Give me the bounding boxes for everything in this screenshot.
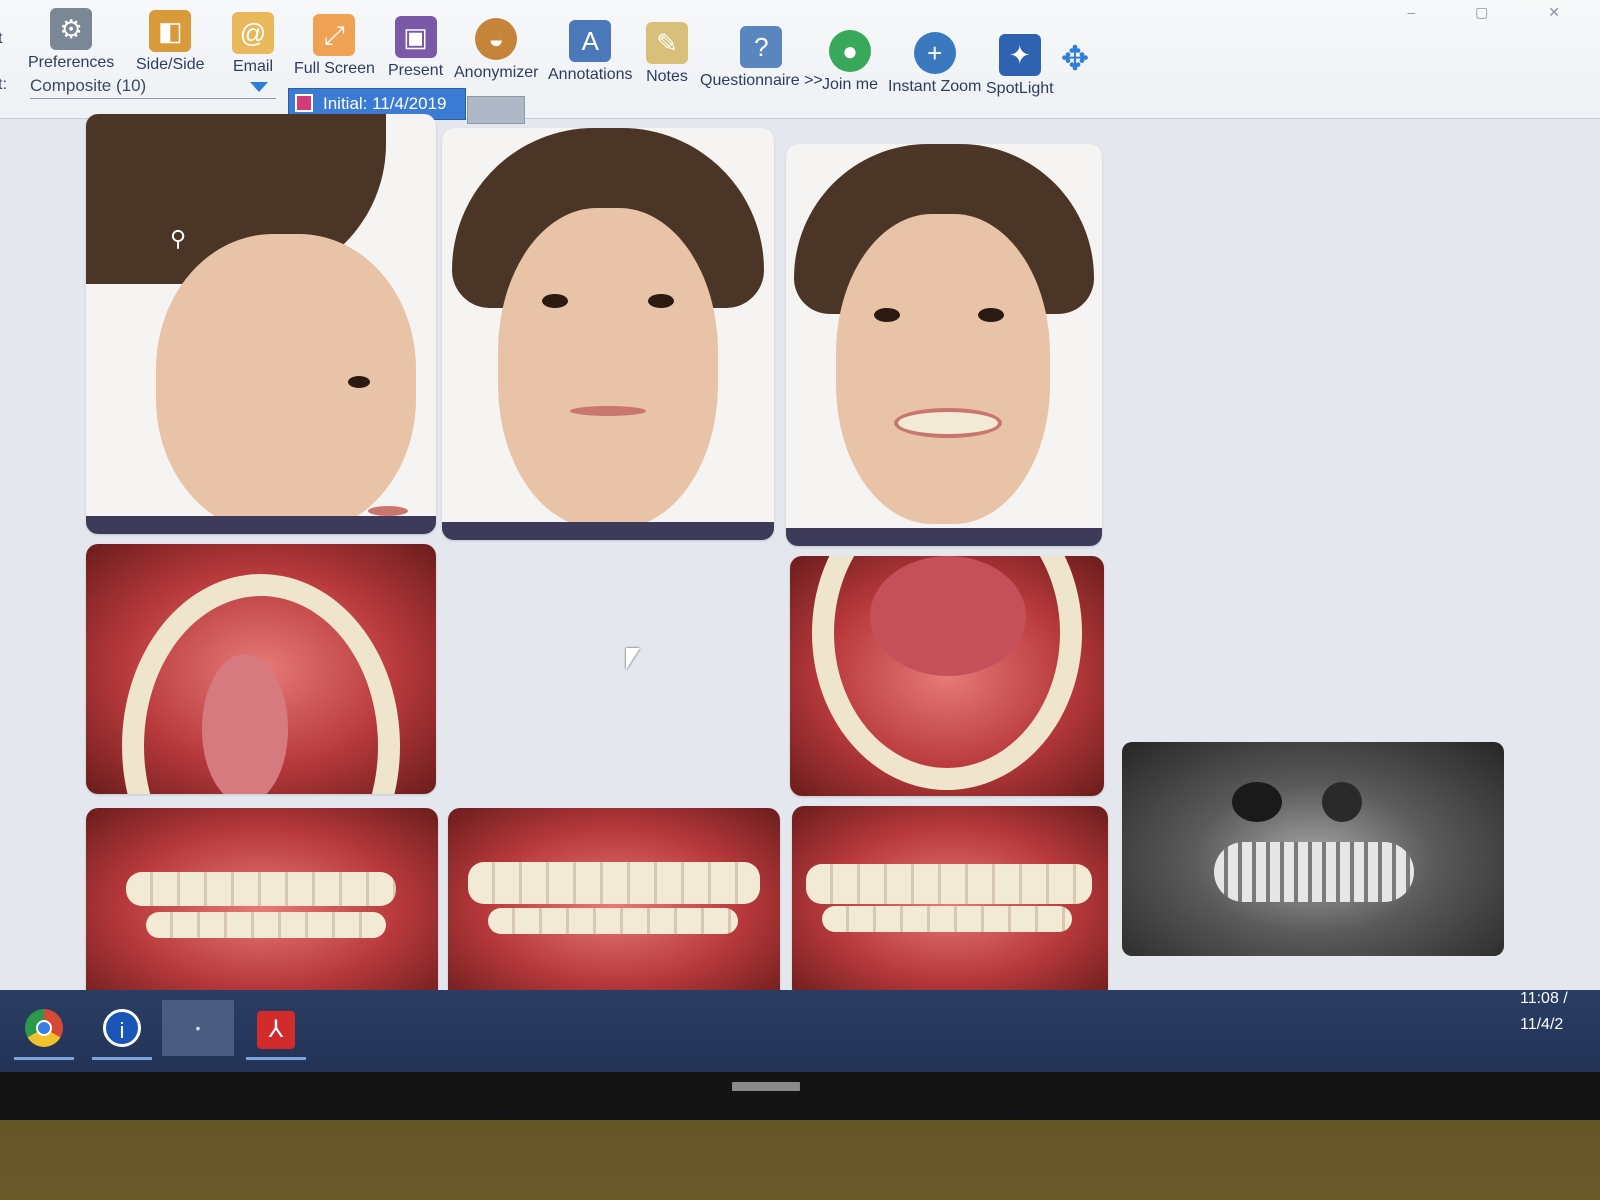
questionnaire-icon: ? <box>740 26 783 68</box>
upper-teeth <box>468 862 760 904</box>
notes-button[interactable]: ✎ Notes <box>646 22 688 86</box>
eye <box>542 294 568 308</box>
taskbar-acrobat[interactable]: ⅄ <box>240 1000 312 1060</box>
mouse-cursor <box>626 648 640 670</box>
face-skin <box>156 234 416 534</box>
tab-blank[interactable] <box>467 96 525 124</box>
annotations-button[interactable]: A Annotations <box>548 20 633 84</box>
smile-teeth <box>894 408 1002 438</box>
join-me-button[interactable]: ● Join me <box>822 30 878 94</box>
chrome-icon <box>25 1009 63 1047</box>
anonymizer-icon: ◒ <box>475 18 518 60</box>
gear-icon: ⚙ <box>50 8 93 50</box>
mouth <box>368 506 408 516</box>
xray-sinus <box>1322 782 1362 822</box>
annotations-icon: A <box>569 20 612 62</box>
visit-icon <box>295 94 313 112</box>
clock-time[interactable]: 11:08 / <box>1520 990 1568 1008</box>
present-button[interactable]: ▣ Present <box>388 16 443 80</box>
photo-profile[interactable]: ⚲ <box>86 114 436 534</box>
photo-upper-occlusal[interactable] <box>86 544 436 794</box>
layout-select[interactable]: Composite (10) <box>30 74 276 99</box>
shirt <box>442 522 774 540</box>
spotlight-label: SpotLight <box>986 80 1054 97</box>
move-arrows-icon: ✥ <box>1060 40 1090 78</box>
taskbar: i • ⅄ 11:08 / 11/4/2 <box>0 990 1600 1072</box>
side-by-side-icon: ◧ <box>149 10 192 52</box>
photo-frontal-intraoral[interactable] <box>448 808 780 1004</box>
annotations-label: Annotations <box>548 66 633 83</box>
photo-panoramic-xray[interactable] <box>1122 742 1504 956</box>
face-skin <box>498 208 718 528</box>
anonymizer-label: Anonymizer <box>454 64 539 81</box>
taskbar-imaging-app[interactable]: i <box>86 1000 158 1060</box>
anonymizer-button[interactable]: ◒ Anonymizer <box>454 18 538 82</box>
email-button[interactable]: @ Email <box>232 12 274 76</box>
acrobat-icon: ⅄ <box>257 1011 295 1049</box>
present-icon: ▣ <box>394 16 437 58</box>
preferences-button[interactable]: ⚙ Preferences <box>28 8 114 72</box>
full-screen-button[interactable]: ⤢ Full Screen <box>294 14 375 78</box>
window-icon: • <box>195 1020 201 1036</box>
spotlight-icon: ✦ <box>998 34 1041 76</box>
monitor-logo <box>732 1082 800 1091</box>
side-by-side-button[interactable]: ◧ Side/Side <box>136 10 205 74</box>
upper-teeth <box>126 872 396 906</box>
toolbar-item-cut-off[interactable]: t <box>0 30 2 48</box>
email-icon: @ <box>232 12 274 54</box>
photo-frontal-smile[interactable] <box>786 144 1102 546</box>
app-icon: i <box>103 1009 141 1047</box>
instant-zoom-button[interactable]: + Instant Zoom <box>888 32 981 96</box>
lower-teeth <box>822 906 1072 932</box>
join-me-icon: ● <box>829 30 872 72</box>
photo-right-buccal[interactable] <box>86 808 438 1008</box>
active-underline <box>14 1057 74 1060</box>
eye <box>874 308 900 322</box>
preferences-label: Preferences <box>28 54 115 71</box>
mouth <box>570 406 646 416</box>
join-me-label: Join me <box>822 76 879 93</box>
side-by-side-label: Side/Side <box>136 56 205 73</box>
xray-sinus <box>1232 782 1282 822</box>
active-underline <box>246 1057 306 1060</box>
chevron-down-icon[interactable] <box>250 82 268 92</box>
notes-label: Notes <box>646 68 688 85</box>
notes-icon: ✎ <box>646 22 688 64</box>
layout-label: t: <box>0 76 7 93</box>
shirt <box>786 528 1102 546</box>
magnifier-icon[interactable]: ⚲ <box>170 226 186 252</box>
photo-frontal-rest[interactable] <box>442 128 774 540</box>
eye <box>978 308 1004 322</box>
full-screen-icon: ⤢ <box>313 14 356 56</box>
window-controls[interactable]: – ▢ ✕ <box>1407 4 1588 21</box>
palate <box>202 654 288 794</box>
monitor-bezel <box>0 1072 1600 1120</box>
ribbon-toolbar: – ▢ ✕ t ⚙ Preferences ◧ Side/Side @ Emai… <box>0 0 1600 124</box>
questionnaire-label: Questionnaire >> <box>700 72 823 89</box>
questionnaire-button[interactable]: ? Questionnaire >> <box>700 26 823 90</box>
instant-zoom-label: Instant Zoom <box>888 78 982 95</box>
present-label: Present <box>388 62 444 79</box>
upper-teeth <box>806 864 1092 904</box>
photo-lower-occlusal[interactable] <box>790 556 1104 796</box>
spotlight-button[interactable]: ✦ SpotLight <box>986 34 1054 98</box>
eye <box>648 294 674 308</box>
lower-teeth <box>488 908 738 934</box>
move-arrows-button[interactable]: ✥ <box>1054 38 1096 84</box>
photo-left-buccal[interactable] <box>792 806 1108 1000</box>
taskbar-window[interactable]: • <box>162 1000 234 1056</box>
xray-teeth <box>1214 842 1414 902</box>
toolbar-item-label: t <box>0 30 3 47</box>
monitor-screen: – ▢ ✕ t ⚙ Preferences ◧ Side/Side @ Emai… <box>0 0 1600 1072</box>
instant-zoom-icon: + <box>913 32 956 74</box>
full-screen-label: Full Screen <box>294 60 375 77</box>
shirt <box>86 516 436 534</box>
taskbar-chrome[interactable] <box>8 1000 80 1060</box>
face-skin <box>836 214 1050 524</box>
clock-date[interactable]: 11/4/2 <box>1520 1016 1563 1034</box>
active-underline <box>92 1057 152 1060</box>
lower-teeth <box>146 912 386 938</box>
eye <box>348 376 370 388</box>
tongue <box>870 556 1026 676</box>
